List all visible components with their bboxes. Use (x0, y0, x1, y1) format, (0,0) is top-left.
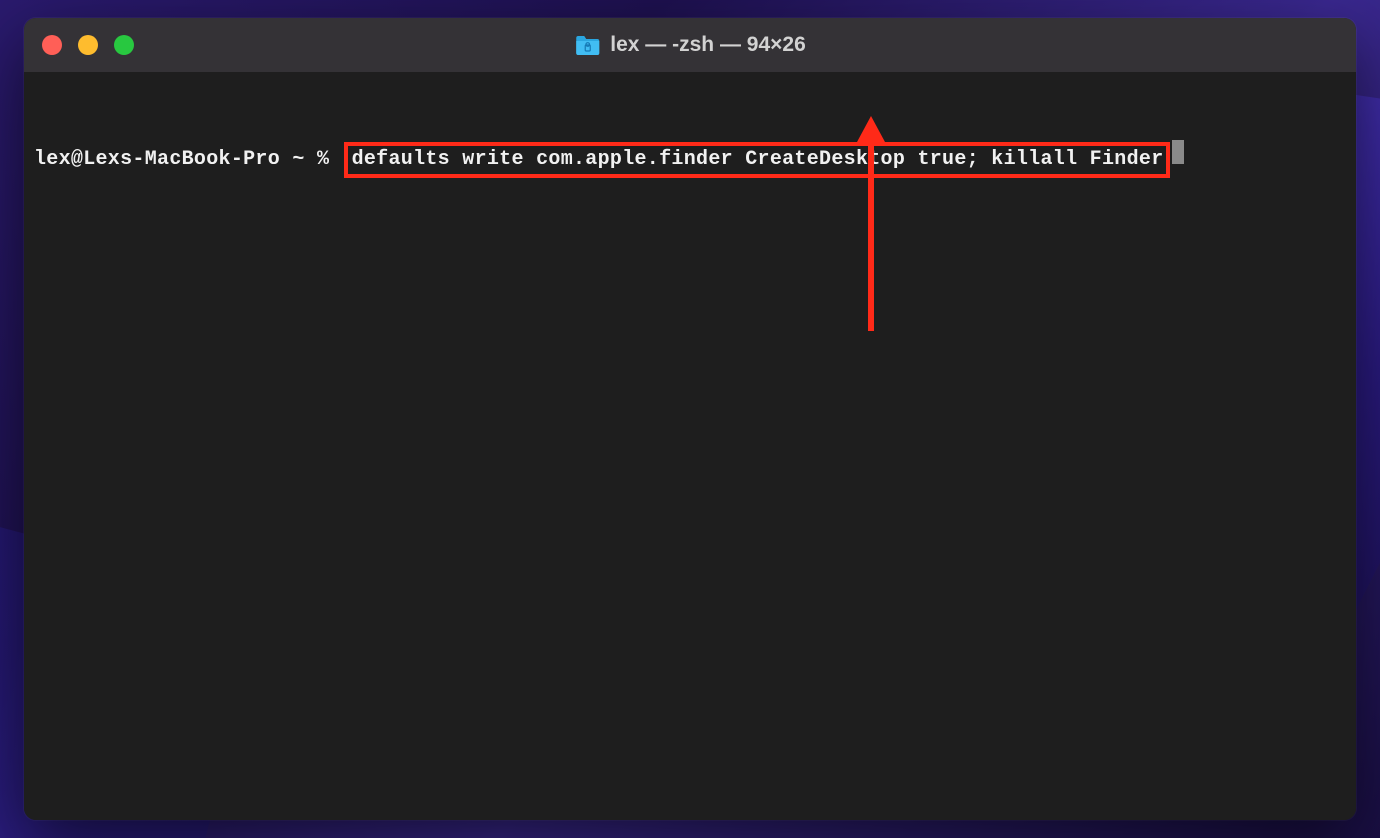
window-title-text: lex — -zsh — 94×26 (610, 33, 806, 57)
window-controls (42, 35, 134, 55)
window-titlebar[interactable]: lex — -zsh — 94×26 (24, 18, 1356, 72)
terminal-window: lex — -zsh — 94×26 lex@Lexs-MacBook-Pro … (24, 18, 1356, 820)
command-highlight-annotation: defaults write com.apple.finder CreateDe… (344, 142, 1170, 178)
close-button[interactable] (42, 35, 62, 55)
window-title: lex — -zsh — 94×26 (574, 33, 806, 57)
maximize-button[interactable] (114, 35, 134, 55)
terminal-content[interactable]: lex@Lexs-MacBook-Pro ~ % defaults write … (24, 72, 1356, 820)
command-text: defaults write com.apple.finder CreateDe… (352, 148, 1164, 171)
command-line[interactable]: lex@Lexs-MacBook-Pro ~ % defaults write … (34, 140, 1346, 178)
minimize-button[interactable] (78, 35, 98, 55)
folder-icon (574, 34, 600, 56)
shell-prompt: lex@Lexs-MacBook-Pro ~ % (34, 146, 342, 173)
text-cursor (1172, 140, 1184, 164)
